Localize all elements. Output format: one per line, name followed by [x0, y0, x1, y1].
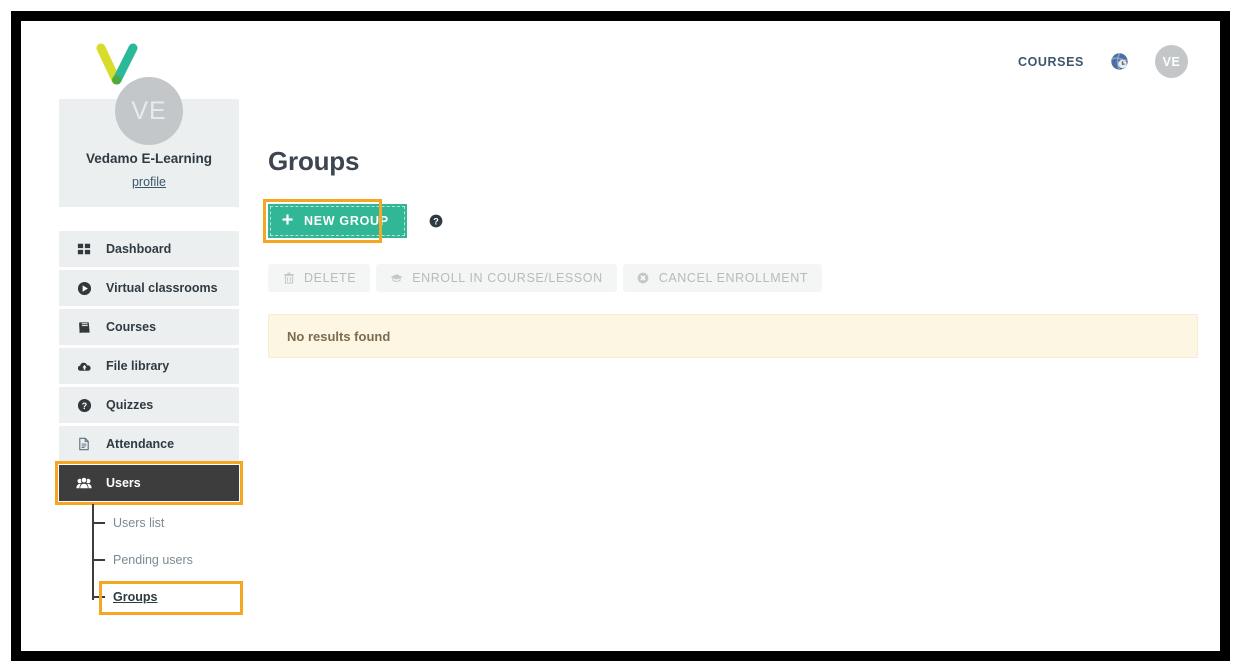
sidebar-subnav: Users list Pending users Groups: [59, 504, 243, 615]
delete-label: DELETE: [304, 271, 357, 285]
question-mark-icon[interactable]: ?: [429, 214, 443, 228]
top-header: COURSES VE: [21, 21, 1220, 99]
sidebar-item-label: Dashboard: [106, 242, 172, 256]
profile-card: VE Vedamo E-Learning profile: [59, 77, 239, 207]
sidebar-item-courses[interactable]: Courses: [59, 309, 239, 345]
enroll-in-course-button[interactable]: ENROLL IN COURSE/LESSON: [376, 264, 617, 292]
new-group-label: NEW GROUP: [304, 214, 389, 228]
browser-frame: COURSES VE VE Vedamo E-Learning profile …: [11, 11, 1230, 661]
sidebar-item-label: Users: [106, 476, 141, 490]
cancel-enrollment-button[interactable]: CANCEL ENROLLMENT: [622, 264, 823, 292]
book-svg: [78, 321, 90, 333]
plus-icon: [282, 214, 293, 228]
sidebar-subitem-label: Pending users: [113, 552, 193, 567]
profile-avatar: VE: [115, 77, 183, 145]
header-avatar[interactable]: VE: [1155, 45, 1188, 78]
sidebar-item-label: Courses: [106, 320, 157, 334]
no-results-alert: No results found: [268, 314, 1198, 358]
sidebar-subitem-users-list[interactable]: Users list: [85, 504, 239, 541]
tree-branch-line: [92, 596, 105, 598]
sidebar-item-attendance[interactable]: Attendance: [59, 426, 239, 462]
sidebar-item-dashboard[interactable]: Dashboard: [59, 231, 239, 267]
trash-svg: [283, 272, 294, 284]
sidebar-subitem-label: Groups: [113, 589, 158, 604]
plus-svg: [282, 214, 293, 225]
cloud-upload-svg: [77, 362, 91, 371]
new-group-button[interactable]: NEW GROUP: [263, 199, 407, 243]
profile-name: Vedamo E-Learning: [85, 151, 213, 166]
help-svg: ?: [429, 214, 443, 228]
delete-button[interactable]: DELETE: [268, 264, 371, 292]
play-circle-icon: [76, 280, 92, 296]
grid-icon: [76, 241, 92, 257]
question-circle-svg: ?: [77, 398, 91, 412]
sidebar-subitem-groups[interactable]: Groups: [85, 578, 243, 615]
screenshot-root: COURSES VE VE Vedamo E-Learning profile …: [0, 0, 1241, 672]
sidebar-subitem-pending-users[interactable]: Pending users: [85, 541, 239, 578]
svg-text:?: ?: [81, 400, 86, 410]
graduation-cap-svg: [390, 274, 403, 282]
sidebar-item-file-library[interactable]: File library: [59, 348, 239, 384]
courses-nav-link[interactable]: COURSES: [1018, 55, 1084, 69]
sidebar-nav: Dashboard Virtual classrooms Courses Fil…: [55, 231, 243, 615]
tree-branch-line: [92, 522, 105, 524]
main-content: Groups NEW GROUP ? DELETE ENROLL IN COUR…: [263, 99, 1220, 358]
question-circle-icon: ?: [76, 397, 92, 413]
page-title: Groups: [268, 146, 360, 176]
globe-svg: [1111, 53, 1128, 70]
sidebar-item-quizzes[interactable]: ? Quizzes: [59, 387, 239, 423]
sidebar-item-virtual-classrooms[interactable]: Virtual classrooms: [59, 270, 239, 306]
profile-link[interactable]: profile: [132, 175, 166, 189]
sidebar-item-label: Quizzes: [106, 398, 154, 412]
header-actions: COURSES VE: [1018, 45, 1188, 78]
action-row: NEW GROUP ?: [263, 199, 1220, 243]
trash-icon: [282, 272, 295, 285]
sidebar: VE Vedamo E-Learning profile Dashboard V…: [55, 77, 243, 615]
users-group-svg: [76, 476, 92, 489]
sidebar-item-users[interactable]: Users: [55, 461, 243, 505]
sidebar-item-label: Virtual classrooms: [106, 281, 218, 295]
sidebar-subitem-label: Users list: [113, 515, 165, 530]
cloud-upload-icon: [76, 358, 92, 374]
book-icon: [76, 319, 92, 335]
sidebar-item-label: Attendance: [106, 437, 175, 451]
play-circle-svg: [77, 281, 91, 295]
cancel-enrollment-label: CANCEL ENROLLMENT: [658, 271, 809, 285]
page-viewport: COURSES VE VE Vedamo E-Learning profile …: [21, 21, 1220, 651]
document-icon: [76, 436, 92, 452]
users-group-icon: [76, 475, 92, 491]
tree-branch-line: [92, 559, 105, 561]
enroll-label: ENROLL IN COURSE/LESSON: [412, 271, 603, 285]
graduation-cap-icon: [390, 272, 403, 285]
bulk-actions-toolbar: DELETE ENROLL IN COURSE/LESSON CANCEL EN…: [268, 264, 1220, 292]
cancel-circle-icon: [637, 272, 650, 285]
globe-icon[interactable]: [1110, 52, 1129, 71]
cancel-circle-svg: [637, 272, 649, 284]
svg-text:?: ?: [433, 216, 439, 226]
sidebar-item-label: File library: [106, 359, 170, 373]
grid-svg: [77, 243, 91, 255]
document-svg: [79, 437, 89, 451]
alert-message: No results found: [287, 328, 391, 344]
